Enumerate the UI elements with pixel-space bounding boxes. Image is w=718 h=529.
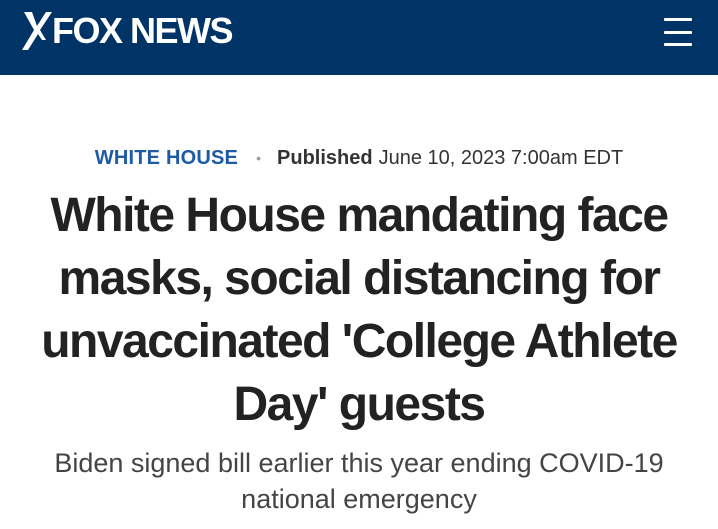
published-date: June 10, 2023 7:00am EDT (378, 146, 624, 169)
logo-text: FOX NEWS (52, 10, 234, 51)
hamburger-menu-icon[interactable] (664, 18, 694, 46)
meta-separator: • (256, 150, 262, 166)
fox-news-bolt-icon (22, 12, 52, 50)
article-headline: White House mandating face masks, social… (41, 189, 678, 431)
site-header: FOX NEWS (0, 0, 718, 75)
published-label: Published (277, 146, 373, 169)
fox-news-logo[interactable]: FOX NEWS (20, 10, 234, 52)
article-subheadline: Biden signed bill earlier this year endi… (54, 448, 664, 514)
category-link[interactable]: WHITE HOUSE (95, 147, 238, 170)
article-meta: WHITE HOUSE • Published June 10, 2023 7:… (0, 143, 718, 173)
